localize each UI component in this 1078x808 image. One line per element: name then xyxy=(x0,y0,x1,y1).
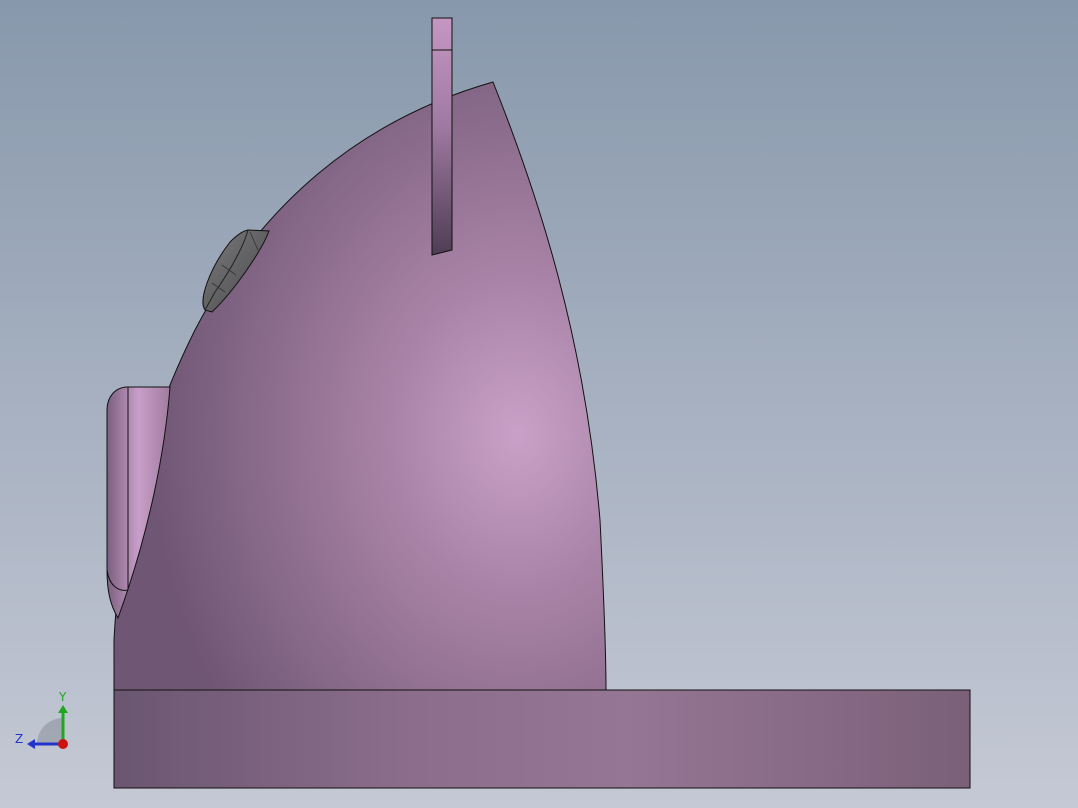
model-scene[interactable] xyxy=(0,0,1078,808)
base-plate[interactable] xyxy=(113,689,971,789)
3d-viewport[interactable]: Y Z xyxy=(0,0,1078,808)
vertical-fin[interactable] xyxy=(431,17,453,256)
